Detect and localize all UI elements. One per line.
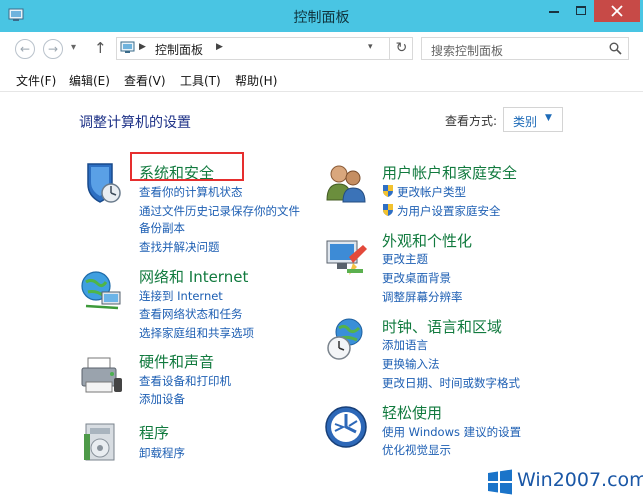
watermark: Win2007.com bbox=[482, 462, 643, 502]
title-bar: 控制面板 bbox=[0, 0, 643, 32]
up-button[interactable]: ↑ bbox=[94, 39, 107, 57]
security-shield-icon[interactable] bbox=[78, 160, 124, 206]
view-by-value: 类别 bbox=[513, 115, 538, 129]
link-family-safety[interactable]: 为用户设置家庭安全 bbox=[397, 203, 501, 219]
printer-icon[interactable] bbox=[78, 352, 124, 398]
breadcrumb-item[interactable]: 控制面板 bbox=[155, 41, 203, 58]
link-add-language[interactable]: 添加语言 bbox=[382, 337, 428, 353]
link-change-account-type[interactable]: 更改帐户类型 bbox=[397, 184, 466, 200]
menu-help[interactable]: 帮助(H) bbox=[235, 72, 277, 89]
link-file-history[interactable]: 通过文件历史记录保存你的文件 bbox=[139, 203, 300, 219]
search-input[interactable]: 搜索控制面板 bbox=[421, 37, 629, 60]
category-hardware-sound[interactable]: 硬件和声音 bbox=[139, 351, 214, 372]
search-icon[interactable] bbox=[609, 42, 622, 55]
breadcrumb-separator-icon[interactable]: ▶ bbox=[139, 42, 146, 52]
menu-file[interactable]: 文件(F) bbox=[16, 72, 56, 89]
link-add-device[interactable]: 添加设备 bbox=[139, 391, 185, 407]
search-placeholder: 搜索控制面板 bbox=[431, 44, 504, 58]
forward-arrow-icon: → bbox=[47, 42, 59, 56]
maximize-button[interactable] bbox=[568, 0, 594, 22]
menu-tools[interactable]: 工具(T) bbox=[180, 72, 221, 89]
uac-shield-icon bbox=[383, 185, 393, 197]
user-accounts-icon[interactable] bbox=[323, 160, 369, 206]
link-screen-resolution[interactable]: 调整屏幕分辨率 bbox=[382, 289, 463, 305]
category-appearance[interactable]: 外观和个性化 bbox=[382, 230, 472, 251]
clock-globe-icon[interactable] bbox=[323, 316, 369, 362]
appearance-icon[interactable] bbox=[323, 235, 369, 281]
menu-bar: 文件(F) 编辑(E) 查看(V) 工具(T) 帮助(H) bbox=[0, 66, 643, 92]
network-globe-icon[interactable] bbox=[78, 268, 124, 314]
page-title: 调整计算机的设置 bbox=[79, 115, 191, 131]
link-connect-internet[interactable]: 连接到 Internet bbox=[139, 288, 223, 304]
breadcrumb-separator-icon[interactable]: ▶ bbox=[216, 42, 223, 52]
link-date-time-format[interactable]: 更改日期、时间或数字格式 bbox=[382, 375, 520, 391]
link-uninstall-program[interactable]: 卸载程序 bbox=[139, 445, 185, 461]
refresh-button[interactable]: ↻ bbox=[389, 38, 413, 59]
category-programs[interactable]: 程序 bbox=[139, 422, 169, 443]
watermark-text: Win2007.com bbox=[517, 469, 643, 491]
category-ease-of-access[interactable]: 轻松使用 bbox=[382, 402, 442, 423]
link-optimize-display[interactable]: 优化视觉显示 bbox=[382, 442, 451, 458]
programs-icon[interactable] bbox=[78, 420, 124, 466]
refresh-icon: ↻ bbox=[395, 40, 408, 56]
link-change-background[interactable]: 更改桌面背景 bbox=[382, 270, 451, 286]
link-recommended-settings[interactable]: 使用 Windows 建议的设置 bbox=[382, 424, 521, 440]
address-field[interactable]: ▶ 控制面板 ▶ ▾ ↻ bbox=[116, 37, 413, 60]
address-dropdown-icon[interactable]: ▾ bbox=[368, 42, 373, 52]
menu-edit[interactable]: 编辑(E) bbox=[69, 72, 110, 89]
category-user-accounts[interactable]: 用户帐户和家庭安全 bbox=[382, 162, 517, 183]
forward-button[interactable]: → bbox=[43, 39, 63, 59]
link-view-computer-status[interactable]: 查看你的计算机状态 bbox=[139, 184, 243, 200]
highlight-annotation bbox=[130, 152, 244, 181]
ease-of-access-icon[interactable] bbox=[323, 404, 369, 450]
link-troubleshoot[interactable]: 查找并解决问题 bbox=[139, 239, 220, 255]
close-button[interactable] bbox=[594, 0, 640, 22]
link-change-theme[interactable]: 更改主题 bbox=[382, 251, 428, 267]
link-network-status[interactable]: 查看网络状态和任务 bbox=[139, 306, 243, 322]
link-homegroup[interactable]: 选择家庭组和共享选项 bbox=[139, 325, 254, 341]
category-network-internet[interactable]: 网络和 Internet bbox=[139, 266, 248, 287]
back-arrow-icon: ← bbox=[19, 42, 31, 56]
close-icon bbox=[611, 5, 623, 17]
link-backup-copy[interactable]: 备份副本 bbox=[139, 220, 185, 236]
view-by-label: 查看方式: bbox=[445, 114, 498, 128]
minimize-button[interactable] bbox=[540, 0, 568, 22]
view-by-select[interactable]: 类别 ▼ bbox=[503, 107, 563, 132]
control-panel-icon bbox=[120, 41, 135, 53]
back-button[interactable]: ← bbox=[15, 39, 35, 59]
link-devices-printers[interactable]: 查看设备和打印机 bbox=[139, 373, 231, 389]
windows-logo-icon bbox=[488, 469, 512, 495]
link-change-input[interactable]: 更换输入法 bbox=[382, 356, 440, 372]
chevron-down-icon: ▼ bbox=[545, 113, 552, 123]
category-clock-language[interactable]: 时钟、语言和区域 bbox=[382, 316, 502, 337]
menu-view[interactable]: 查看(V) bbox=[124, 72, 166, 89]
recent-locations-dropdown[interactable]: ▾ bbox=[71, 42, 76, 53]
up-arrow-icon: ↑ bbox=[94, 39, 107, 57]
uac-shield-icon bbox=[383, 204, 393, 216]
